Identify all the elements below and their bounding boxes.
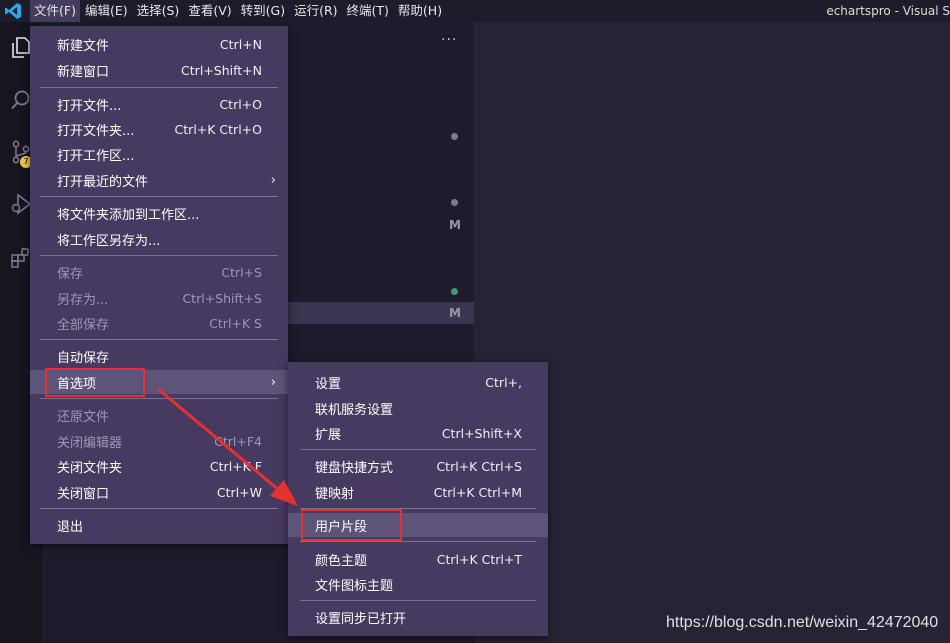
annotation-arrow xyxy=(157,387,298,506)
watermark-text: https://blog.csdn.net/weixin_42472040 xyxy=(666,614,939,631)
